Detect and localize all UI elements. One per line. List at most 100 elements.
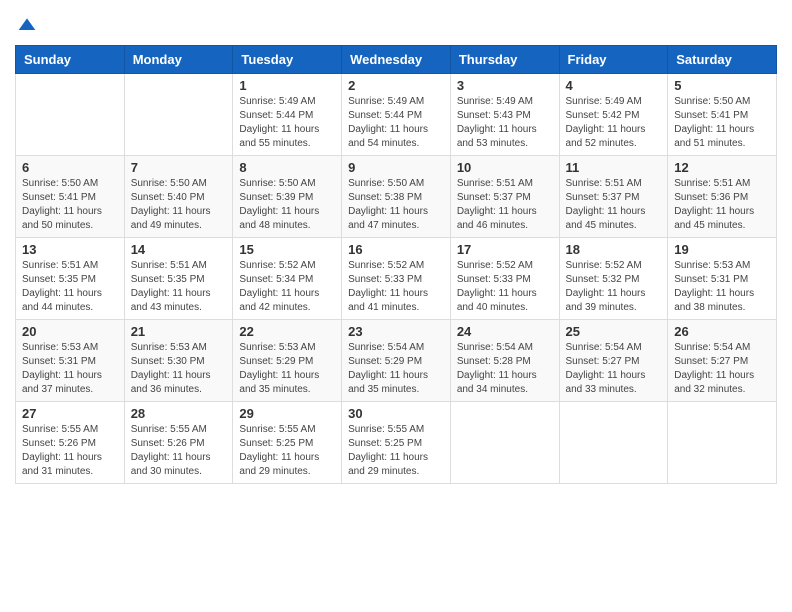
- calendar-cell: 28 Sunrise: 5:55 AM Sunset: 5:26 PM Dayli…: [124, 402, 233, 484]
- day-number: 9: [348, 160, 444, 175]
- calendar-weekday: Thursday: [450, 46, 559, 74]
- day-info: Sunrise: 5:49 AM Sunset: 5:43 PM Dayligh…: [457, 95, 553, 151]
- calendar-cell: 16 Sunrise: 5:52 AM Sunset: 5:33 PM Dayli…: [342, 238, 451, 320]
- day-number: 17: [457, 242, 553, 257]
- day-number: 18: [566, 242, 662, 257]
- day-number: 7: [131, 160, 227, 175]
- day-info: Sunrise: 5:55 AM Sunset: 5:26 PM Dayligh…: [131, 423, 227, 479]
- calendar-weekday: Sunday: [16, 46, 125, 74]
- calendar-cell: 18 Sunrise: 5:52 AM Sunset: 5:32 PM Dayli…: [559, 238, 668, 320]
- calendar-cell: 24 Sunrise: 5:54 AM Sunset: 5:28 PM Dayli…: [450, 320, 559, 402]
- calendar-cell: 13 Sunrise: 5:51 AM Sunset: 5:35 PM Dayli…: [16, 238, 125, 320]
- day-number: 10: [457, 160, 553, 175]
- calendar-week-row: 6 Sunrise: 5:50 AM Sunset: 5:41 PM Daylig…: [16, 156, 777, 238]
- calendar-weekday: Saturday: [668, 46, 777, 74]
- day-number: 20: [22, 324, 118, 339]
- day-number: 26: [674, 324, 770, 339]
- day-number: 24: [457, 324, 553, 339]
- calendar-weekday: Monday: [124, 46, 233, 74]
- day-info: Sunrise: 5:53 AM Sunset: 5:31 PM Dayligh…: [22, 341, 118, 397]
- day-info: Sunrise: 5:50 AM Sunset: 5:41 PM Dayligh…: [674, 95, 770, 151]
- calendar-cell: 6 Sunrise: 5:50 AM Sunset: 5:41 PM Daylig…: [16, 156, 125, 238]
- day-info: Sunrise: 5:51 AM Sunset: 5:36 PM Dayligh…: [674, 177, 770, 233]
- day-info: Sunrise: 5:53 AM Sunset: 5:31 PM Dayligh…: [674, 259, 770, 315]
- day-number: 14: [131, 242, 227, 257]
- day-number: 25: [566, 324, 662, 339]
- calendar-cell: 21 Sunrise: 5:53 AM Sunset: 5:30 PM Dayli…: [124, 320, 233, 402]
- calendar-cell: 14 Sunrise: 5:51 AM Sunset: 5:35 PM Dayli…: [124, 238, 233, 320]
- calendar-cell: 12 Sunrise: 5:51 AM Sunset: 5:36 PM Dayli…: [668, 156, 777, 238]
- calendar-cell: [124, 74, 233, 156]
- calendar-cell: 27Sunrise: 5:55 AM Sunset: 5:26 PM Dayli…: [16, 402, 125, 484]
- logo-icon: [17, 15, 37, 35]
- day-info: Sunrise: 5:50 AM Sunset: 5:41 PM Dayligh…: [22, 177, 118, 233]
- calendar-cell: 29Sunrise: 5:55 AM Sunset: 5:25 PM Dayli…: [233, 402, 342, 484]
- day-info: Sunrise: 5:52 AM Sunset: 5:34 PM Dayligh…: [239, 259, 335, 315]
- day-number: 11: [566, 160, 662, 175]
- calendar-cell: 2Sunrise: 5:49 AM Sunset: 5:44 PM Daylig…: [342, 74, 451, 156]
- calendar-cell: 20 Sunrise: 5:53 AM Sunset: 5:31 PM Dayli…: [16, 320, 125, 402]
- calendar-cell: 5 Sunrise: 5:50 AM Sunset: 5:41 PM Daylig…: [668, 74, 777, 156]
- day-info: Sunrise: 5:50 AM Sunset: 5:40 PM Dayligh…: [131, 177, 227, 233]
- day-info: Sunrise: 5:51 AM Sunset: 5:37 PM Dayligh…: [566, 177, 662, 233]
- day-info: Sunrise: 5:50 AM Sunset: 5:39 PM Dayligh…: [239, 177, 335, 233]
- day-info: Sunrise: 5:55 AM Sunset: 5:26 PM Dayligh…: [22, 423, 118, 479]
- day-info: Sunrise: 5:49 AM Sunset: 5:44 PM Dayligh…: [239, 95, 335, 151]
- calendar-cell: 22 Sunrise: 5:53 AM Sunset: 5:29 PM Dayli…: [233, 320, 342, 402]
- day-info: Sunrise: 5:54 AM Sunset: 5:28 PM Dayligh…: [457, 341, 553, 397]
- calendar-cell: 11 Sunrise: 5:51 AM Sunset: 5:37 PM Dayli…: [559, 156, 668, 238]
- calendar-cell: 26 Sunrise: 5:54 AM Sunset: 5:27 PM Dayli…: [668, 320, 777, 402]
- day-info: Sunrise: 5:51 AM Sunset: 5:37 PM Dayligh…: [457, 177, 553, 233]
- calendar-weekday: Friday: [559, 46, 668, 74]
- calendar-cell: 17 Sunrise: 5:52 AM Sunset: 5:33 PM Dayli…: [450, 238, 559, 320]
- day-number: 6: [22, 160, 118, 175]
- calendar-weekday: Wednesday: [342, 46, 451, 74]
- day-number: 13: [22, 242, 118, 257]
- day-info: Sunrise: 5:53 AM Sunset: 5:30 PM Dayligh…: [131, 341, 227, 397]
- calendar-cell: 30Sunrise: 5:55 AM Sunset: 5:25 PM Dayli…: [342, 402, 451, 484]
- calendar-cell: 19Sunrise: 5:53 AM Sunset: 5:31 PM Dayli…: [668, 238, 777, 320]
- day-info: Sunrise: 5:53 AM Sunset: 5:29 PM Dayligh…: [239, 341, 335, 397]
- calendar-cell: 1 Sunrise: 5:49 AM Sunset: 5:44 PM Daylig…: [233, 74, 342, 156]
- calendar-cell: 3 Sunrise: 5:49 AM Sunset: 5:43 PM Daylig…: [450, 74, 559, 156]
- calendar-cell: 8 Sunrise: 5:50 AM Sunset: 5:39 PM Daylig…: [233, 156, 342, 238]
- calendar-cell: 4 Sunrise: 5:49 AM Sunset: 5:42 PM Daylig…: [559, 74, 668, 156]
- calendar-week-row: 13 Sunrise: 5:51 AM Sunset: 5:35 PM Dayli…: [16, 238, 777, 320]
- day-number: 22: [239, 324, 335, 339]
- day-info: Sunrise: 5:52 AM Sunset: 5:33 PM Dayligh…: [457, 259, 553, 315]
- day-info: Sunrise: 5:49 AM Sunset: 5:42 PM Dayligh…: [566, 95, 662, 151]
- page-header: [15, 15, 777, 35]
- day-info: Sunrise: 5:54 AM Sunset: 5:29 PM Dayligh…: [348, 341, 444, 397]
- day-number: 2: [348, 78, 444, 93]
- day-number: 3: [457, 78, 553, 93]
- calendar-cell: [16, 74, 125, 156]
- calendar-cell: [559, 402, 668, 484]
- day-number: 12: [674, 160, 770, 175]
- day-info: Sunrise: 5:54 AM Sunset: 5:27 PM Dayligh…: [674, 341, 770, 397]
- day-info: Sunrise: 5:51 AM Sunset: 5:35 PM Dayligh…: [131, 259, 227, 315]
- day-number: 8: [239, 160, 335, 175]
- calendar-weekday: Tuesday: [233, 46, 342, 74]
- calendar-cell: 7 Sunrise: 5:50 AM Sunset: 5:40 PM Daylig…: [124, 156, 233, 238]
- day-number: 1: [239, 78, 335, 93]
- day-info: Sunrise: 5:50 AM Sunset: 5:38 PM Dayligh…: [348, 177, 444, 233]
- calendar-week-row: 27Sunrise: 5:55 AM Sunset: 5:26 PM Dayli…: [16, 402, 777, 484]
- day-info: Sunrise: 5:52 AM Sunset: 5:32 PM Dayligh…: [566, 259, 662, 315]
- calendar-cell: 10 Sunrise: 5:51 AM Sunset: 5:37 PM Dayli…: [450, 156, 559, 238]
- calendar-cell: 23Sunrise: 5:54 AM Sunset: 5:29 PM Dayli…: [342, 320, 451, 402]
- day-number: 16: [348, 242, 444, 257]
- day-number: 21: [131, 324, 227, 339]
- day-number: 5: [674, 78, 770, 93]
- day-number: 29: [239, 406, 335, 421]
- day-number: 30: [348, 406, 444, 421]
- day-info: Sunrise: 5:51 AM Sunset: 5:35 PM Dayligh…: [22, 259, 118, 315]
- calendar-cell: [450, 402, 559, 484]
- day-number: 4: [566, 78, 662, 93]
- day-number: 28: [131, 406, 227, 421]
- day-info: Sunrise: 5:52 AM Sunset: 5:33 PM Dayligh…: [348, 259, 444, 315]
- calendar-cell: 9 Sunrise: 5:50 AM Sunset: 5:38 PM Daylig…: [342, 156, 451, 238]
- calendar-cell: 15Sunrise: 5:52 AM Sunset: 5:34 PM Dayli…: [233, 238, 342, 320]
- calendar-week-row: 1 Sunrise: 5:49 AM Sunset: 5:44 PM Daylig…: [16, 74, 777, 156]
- calendar-header-row: SundayMondayTuesdayWednesdayThursdayFrid…: [16, 46, 777, 74]
- calendar-cell: 25Sunrise: 5:54 AM Sunset: 5:27 PM Dayli…: [559, 320, 668, 402]
